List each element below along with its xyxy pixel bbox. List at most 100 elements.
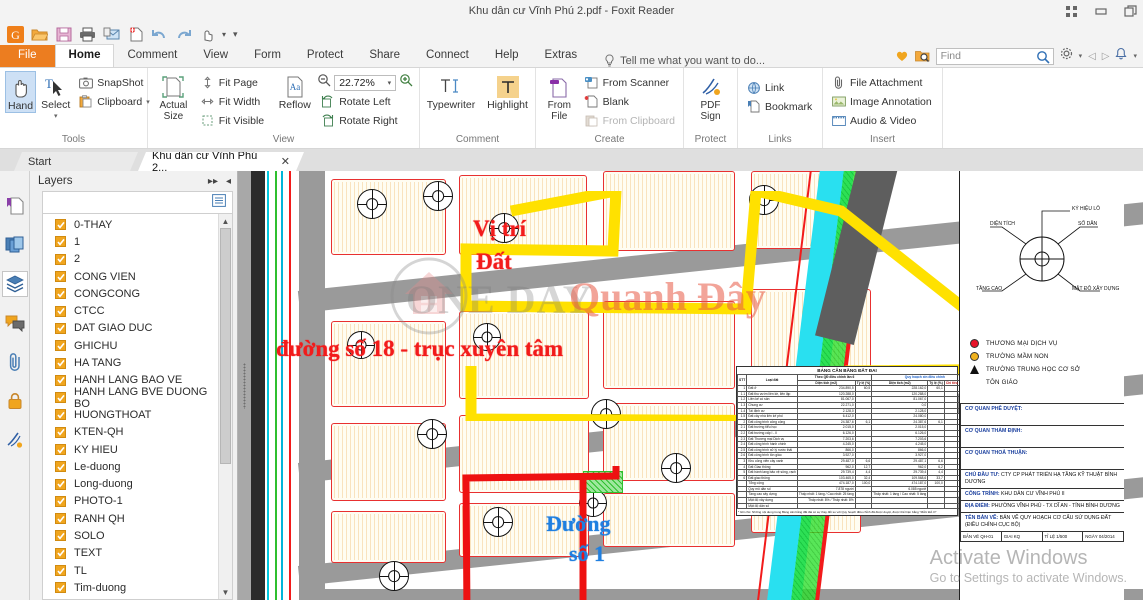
layers-expand-icon[interactable]: ▸▸ [208, 176, 218, 187]
layer-checkbox[interactable] [55, 374, 66, 386]
layers-scroll-thumb[interactable] [220, 228, 231, 464]
layers-scrollbar[interactable]: ▲ ▼ [218, 214, 232, 599]
find-search-icon[interactable] [1036, 50, 1050, 67]
create-from-scanner-button[interactable]: From Scanner [581, 74, 678, 91]
layer-checkbox[interactable] [55, 444, 66, 455]
security-panel-button[interactable] [2, 388, 28, 414]
highlight-button[interactable]: Highlight [485, 71, 530, 111]
layer-checkbox[interactable] [55, 565, 66, 577]
layer-checkbox[interactable] [55, 530, 66, 542]
pages-panel-button[interactable] [2, 232, 28, 258]
save-icon[interactable] [54, 25, 73, 44]
print-icon[interactable] [78, 25, 97, 44]
layer-checkbox[interactable] [55, 288, 66, 300]
fit-page-button[interactable]: Fit Page [197, 74, 273, 91]
layer-checkbox[interactable] [55, 513, 66, 525]
rotate-right-button[interactable]: Rotate Right [317, 112, 414, 129]
layer-checkbox[interactable] [55, 236, 66, 248]
find-next-icon[interactable]: ▷ [1102, 51, 1110, 62]
ribbon-tab-share[interactable]: Share [356, 45, 413, 67]
qat-dropdown-arrow-icon[interactable]: ▾ [222, 30, 226, 39]
document-viewport[interactable]: ONE DAY Quanh Đây Vị trí Đất đường số 18… [238, 171, 1143, 600]
actual-size-button[interactable]: Actual Size [153, 71, 194, 122]
layer-checkbox[interactable] [55, 305, 66, 317]
zoom-level-input[interactable]: 22.72% ▾ [334, 74, 397, 91]
ribbon-tab-form[interactable]: Form [241, 45, 294, 67]
layer-row[interactable]: 1 [43, 233, 218, 250]
find-input[interactable]: Find [935, 47, 1054, 67]
zoom-out-icon[interactable] [317, 73, 331, 92]
pdf-sign-button[interactable]: PDF Sign [689, 71, 732, 122]
reflow-button[interactable]: Aa Reflow [275, 71, 314, 111]
layers-collapse-icon[interactable]: ◂ [226, 176, 231, 187]
zoom-in-icon[interactable] [399, 73, 413, 92]
typewriter-button[interactable]: Typewriter [425, 71, 477, 111]
layer-row[interactable]: GHICHU [43, 337, 218, 354]
layers-panel-button[interactable] [1, 271, 28, 297]
foxit-logo-icon[interactable]: G [6, 25, 25, 44]
fit-width-button[interactable]: Fit Width [197, 93, 273, 110]
layer-row[interactable]: SOLO [43, 527, 218, 544]
doc-tab-current[interactable]: Khu dân cư Vĩnh Phú 2... ✕ [138, 152, 304, 171]
touch-mode-icon[interactable] [198, 25, 217, 44]
notifications-arrow-icon[interactable]: ▾ [1133, 52, 1137, 60]
layer-checkbox[interactable] [55, 219, 66, 231]
layer-checkbox[interactable] [55, 426, 66, 438]
attachments-panel-button[interactable] [2, 349, 28, 375]
layers-scroll-down-icon[interactable]: ▼ [219, 585, 232, 599]
heart-icon[interactable] [895, 49, 909, 63]
maximize-icon[interactable] [1123, 3, 1139, 19]
layer-checkbox[interactable] [55, 582, 66, 594]
layer-checkbox[interactable] [55, 392, 66, 404]
layer-row[interactable]: TL [43, 562, 218, 579]
layer-row[interactable]: RANH QH [43, 510, 218, 527]
email-icon[interactable] [102, 25, 121, 44]
layer-row[interactable]: KTEN-QH [43, 424, 218, 441]
bookmarks-panel-button[interactable] [2, 193, 28, 219]
layer-checkbox[interactable] [55, 322, 66, 334]
layer-row[interactable]: Long-duong [43, 475, 218, 492]
notifications-bell-icon[interactable] [1115, 47, 1128, 65]
layer-row[interactable]: CONG VIEN [43, 268, 218, 285]
doc-tab-start[interactable]: Start [14, 152, 138, 171]
layers-list[interactable]: 0-THAY 1 2 CONG VIEN CONGCONG CTCC DAT GIAO DU… [42, 213, 233, 600]
layer-row[interactable]: HA TANG [43, 354, 218, 371]
ribbon-tab-comment[interactable]: Comment [114, 45, 190, 67]
create-blank-button[interactable]: Blank [581, 93, 678, 110]
layer-row[interactable]: CONGCONG [43, 285, 218, 302]
ribbon-tab-connect[interactable]: Connect [413, 45, 482, 67]
layer-row[interactable]: DAT GIAO DUC [43, 320, 218, 337]
layer-checkbox[interactable] [55, 495, 66, 507]
audio-video-button[interactable]: Audio & Video [828, 112, 935, 129]
snapshot-button[interactable]: SnapShot [75, 74, 152, 91]
ribbon-tab-protect[interactable]: Protect [294, 45, 356, 67]
find-previous-icon[interactable]: ◁ [1088, 51, 1096, 62]
pdf-page[interactable]: ONE DAY Quanh Đây Vị trí Đất đường số 18… [251, 171, 1143, 600]
find-settings-icon[interactable] [1060, 47, 1073, 65]
layer-checkbox[interactable] [55, 340, 66, 352]
create-from-file-button[interactable]: From File [541, 71, 578, 122]
clipboard-button[interactable]: Clipboard ▾ [75, 93, 152, 110]
ribbon-tab-home[interactable]: Home [54, 44, 115, 67]
doc-tab-close-icon[interactable]: ✕ [281, 155, 290, 168]
layer-row[interactable]: HANH LANG BVE DUONG BO [43, 386, 218, 410]
layer-row[interactable]: TEXT [43, 545, 218, 562]
layer-row[interactable]: Le-duong [43, 458, 218, 475]
layer-row[interactable]: Vien-nuoc [43, 597, 218, 599]
file-attachment-button[interactable]: File Attachment [828, 74, 935, 91]
bookmark-button[interactable]: Bookmark [743, 98, 815, 115]
layer-checkbox[interactable] [55, 461, 66, 473]
customize-qat-icon[interactable]: ▾ [233, 29, 238, 40]
layer-row[interactable]: KY HIEU [43, 441, 218, 458]
undo-icon[interactable] [150, 25, 169, 44]
layer-checkbox[interactable] [55, 253, 66, 265]
layer-checkbox[interactable] [55, 409, 66, 421]
layer-checkbox[interactable] [55, 478, 66, 490]
comments-panel-button[interactable] [2, 310, 28, 336]
layer-row[interactable]: Tim-duong [43, 579, 218, 596]
layer-row[interactable]: 0-THAY [43, 216, 218, 233]
signatures-panel-button[interactable] [2, 427, 28, 453]
hand-tool-button[interactable]: Hand [5, 71, 37, 113]
rotate-left-button[interactable]: Rotate Left [317, 93, 414, 110]
panel-splitter[interactable] [238, 171, 251, 600]
